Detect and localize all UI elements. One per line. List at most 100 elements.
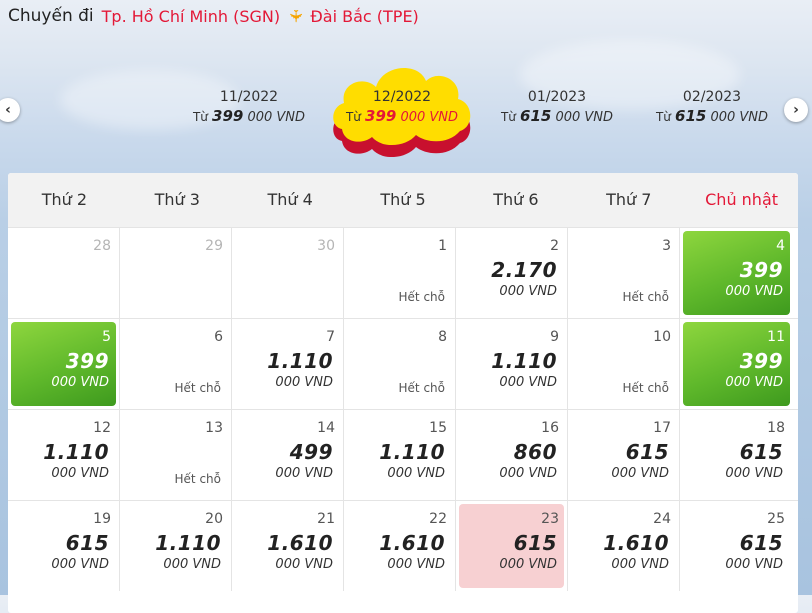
fare-unit: 000 VND xyxy=(725,284,783,299)
chevron-right-icon: › xyxy=(793,102,799,118)
month-name: 01/2023 xyxy=(527,89,587,105)
calendar-day-cell[interactable]: 7 1.110 000 VND xyxy=(232,319,344,409)
fare-unit: 000 VND xyxy=(725,557,783,572)
weekday-label: Thứ 4 xyxy=(267,190,313,209)
calendar-day-cell[interactable]: 9 1.110 000 VND xyxy=(456,319,568,409)
chevron-left-icon: ‹ xyxy=(5,102,11,118)
day-number: 29 xyxy=(205,238,223,254)
calendar-day-cell[interactable]: 6 Hết chỗ xyxy=(120,319,232,409)
month-price: Từ 615 000 VND xyxy=(655,107,769,125)
calendar-day-cell[interactable]: 16 860 000 VND xyxy=(456,410,568,500)
calendar-week-row: 19 615 000 VND 20 1.110 000 VND 21 1.610 000 VND… xyxy=(8,500,798,591)
fare-price: 399 xyxy=(739,258,783,282)
weekday-header: Thứ 2 Thứ 3 Thứ 4 Thứ 5 Thứ 6 Thứ 7 Chủ … xyxy=(8,173,798,227)
fare-price: 615 xyxy=(739,440,783,464)
weekday-label: Thứ 6 xyxy=(493,190,539,209)
next-month-button[interactable]: › xyxy=(784,98,808,122)
month-tab-01-2023[interactable]: 01/2023 Từ 615 000 VND xyxy=(482,88,632,128)
calendar-day-cell: 29 xyxy=(120,228,232,318)
day-number: 19 xyxy=(93,511,111,527)
sold-out-label: Hết chỗ xyxy=(398,290,445,304)
fare-unit: 000 VND xyxy=(51,557,109,572)
fare-unit: 000 VND xyxy=(387,466,445,481)
calendar-day-cell[interactable]: 12 1.110 000 VND xyxy=(8,410,120,500)
calendar-day-cell[interactable]: 2 2.170 000 VND xyxy=(456,228,568,318)
fare-unit: 000 VND xyxy=(499,284,557,299)
calendar-day-cell[interactable]: 15 1.110 000 VND xyxy=(344,410,456,500)
calendar-day-cell[interactable]: 5 399 000 VND xyxy=(8,319,120,409)
fare-price: 1.110 xyxy=(155,531,221,555)
fare-price: 399 xyxy=(739,349,783,373)
fare-unit: 000 VND xyxy=(499,375,557,390)
fare-unit: 000 VND xyxy=(275,557,333,572)
day-number: 6 xyxy=(214,329,223,345)
calendar-day-cell[interactable]: 4 399 000 VND xyxy=(680,228,793,318)
fare-unit: 000 VND xyxy=(611,466,669,481)
day-number: 24 xyxy=(653,511,671,527)
month-tab-12-2022[interactable]: 12/2022 Từ 399 000 VND xyxy=(327,88,477,128)
weekday-label: Thứ 2 xyxy=(41,190,88,209)
calendar-day-cell[interactable]: 11 399 000 VND xyxy=(680,319,793,409)
day-number: 20 xyxy=(205,511,223,527)
month-tab-11-2022[interactable]: 11/2022 Từ 399 000 VND xyxy=(174,88,324,128)
origin-city: Tp. Hồ Chí Minh (SGN) xyxy=(101,6,281,26)
sold-out-label: Hết chỗ xyxy=(398,381,445,395)
fare-unit: 000 VND xyxy=(611,557,669,572)
calendar-day-cell[interactable]: 1 Hết chỗ xyxy=(344,228,456,318)
calendar-day-cell[interactable]: 19 615 000 VND xyxy=(8,501,120,591)
fare-price: 860 xyxy=(513,440,557,464)
fare-price: 399 xyxy=(65,349,109,373)
day-number: 15 xyxy=(429,420,447,436)
destination-city: Đài Bắc (TPE) xyxy=(310,6,419,26)
route-label: Chuyến đi xyxy=(8,6,94,26)
calendar-day-cell[interactable]: 25 615 000 VND xyxy=(680,501,793,591)
calendar-week-row: 12 1.110 000 VND 13 Hết chỗ 14 499 000 VND 15 1.1… xyxy=(8,409,798,500)
day-number: 30 xyxy=(317,238,335,254)
fare-unit: 000 VND xyxy=(275,466,333,481)
day-number: 5 xyxy=(102,329,111,345)
month-price: Từ 399 000 VND xyxy=(192,107,306,125)
calendar-day-cell[interactable]: 18 615 000 VND xyxy=(680,410,793,500)
calendar-day-cell[interactable]: 24 1.610 000 VND xyxy=(568,501,680,591)
fare-price: 615 xyxy=(65,531,109,555)
sold-out-label: Hết chỗ xyxy=(622,381,669,395)
calendar-day-cell[interactable]: 20 1.110 000 VND xyxy=(120,501,232,591)
fare-price: 2.170 xyxy=(491,258,557,282)
calendar-day-cell[interactable]: 13 Hết chỗ xyxy=(120,410,232,500)
day-number: 22 xyxy=(429,511,447,527)
day-number: 12 xyxy=(93,420,111,436)
day-number: 4 xyxy=(776,238,785,254)
fare-unit: 000 VND xyxy=(499,557,557,572)
fare-unit: 000 VND xyxy=(499,466,557,481)
calendar-day-cell[interactable]: 17 615 000 VND xyxy=(568,410,680,500)
calendar-day-cell[interactable]: 21 1.610 000 VND xyxy=(232,501,344,591)
day-number: 11 xyxy=(767,329,785,345)
calendar-day-cell[interactable]: 23 615 000 VND xyxy=(456,501,568,591)
calendar-day-cell[interactable]: 22 1.610 000 VND xyxy=(344,501,456,591)
month-name: 02/2023 xyxy=(682,89,742,105)
weekday-label: Thứ 7 xyxy=(606,190,652,209)
weekday-label: Thứ 3 xyxy=(154,190,200,209)
calendar-day-cell[interactable]: 8 Hết chỗ xyxy=(344,319,456,409)
calendar-week-row: 28 29 30 1 Hết chỗ 2 2.170 000 VND 3 Hết chỗ 4 399 0… xyxy=(8,227,798,318)
fare-price: 499 xyxy=(289,440,333,464)
fare-unit: 000 VND xyxy=(725,466,783,481)
day-number: 2 xyxy=(550,238,559,254)
fare-unit: 000 VND xyxy=(163,557,221,572)
calendar-day-cell[interactable]: 10 Hết chỗ xyxy=(568,319,680,409)
day-number: 21 xyxy=(317,511,335,527)
month-tab-02-2023[interactable]: 02/2023 Từ 615 000 VND xyxy=(637,88,787,128)
sold-out-label: Hết chỗ xyxy=(174,472,221,486)
prev-month-button[interactable]: ‹ xyxy=(0,98,20,122)
calendar-day-cell[interactable]: 14 499 000 VND xyxy=(232,410,344,500)
calendar-day-cell[interactable]: 3 Hết chỗ xyxy=(568,228,680,318)
fare-calendar: Thứ 2 Thứ 3 Thứ 4 Thứ 5 Thứ 6 Thứ 7 Chủ … xyxy=(8,173,798,613)
fare-unit: 000 VND xyxy=(387,557,445,572)
fare-price: 615 xyxy=(739,531,783,555)
day-number: 1 xyxy=(438,238,447,254)
fare-price: 1.110 xyxy=(43,440,109,464)
day-number: 10 xyxy=(653,329,671,345)
fare-price: 1.110 xyxy=(267,349,333,373)
fare-unit: 000 VND xyxy=(275,375,333,390)
fare-price: 1.610 xyxy=(603,531,669,555)
